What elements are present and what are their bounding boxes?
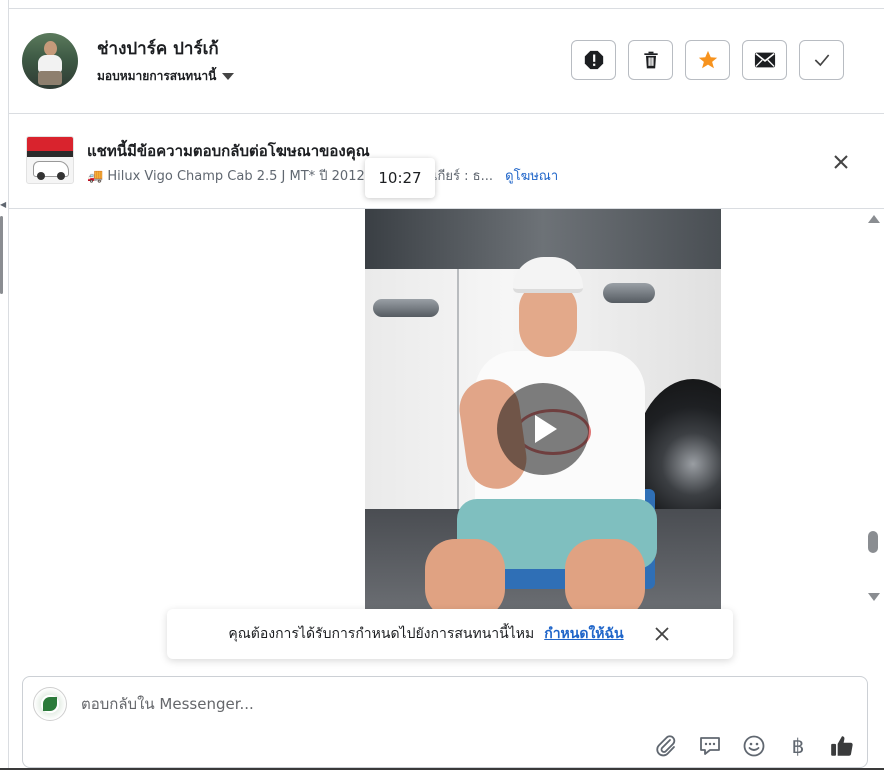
conversation-header: ช่างปาร์ค ปาร์เก้ มอบหมายการสนทนานี้ — [9, 9, 884, 114]
video-message[interactable] — [365, 209, 721, 609]
contact-avatar[interactable] — [22, 33, 78, 89]
mark-done-button[interactable] — [799, 40, 844, 80]
alert-octagon-icon — [584, 50, 603, 70]
assign-to-me-link[interactable]: กำหนดให้ฉัน — [544, 623, 623, 645]
close-icon — [654, 627, 669, 641]
dismiss-assign-banner-button[interactable] — [652, 624, 672, 644]
avatar-face — [44, 41, 57, 56]
ad-subtitle-gear-text: เกียร์ : ธ... — [433, 169, 493, 184]
attach-button[interactable] — [653, 733, 679, 759]
ad-context-title: แชทนี้มีข้อความตอบกลับต่อโฆษณาของคุณ — [87, 142, 370, 160]
spam-button[interactable] — [571, 40, 616, 80]
ad-context-bar: แชทนี้มีข้อความตอบกลับต่อโฆษณาของคุณ 🚚 H… — [9, 114, 884, 209]
video-person-leg — [425, 539, 505, 609]
timestamp-tooltip: 10:27 — [365, 158, 435, 198]
video-bg-seam — [457, 269, 459, 509]
star-icon — [698, 50, 717, 69]
saved-replies-button[interactable] — [697, 733, 723, 759]
view-ad-link[interactable]: ดูโฆษณา — [505, 169, 558, 184]
reply-input[interactable] — [79, 691, 683, 717]
panel-resize-handle[interactable] — [0, 216, 3, 294]
emoji-button[interactable] — [741, 733, 767, 759]
envelope-icon — [754, 52, 775, 68]
close-ad-bar-button[interactable] — [829, 150, 853, 174]
assign-to-me-banner: คุณต้องการได้รับการกำหนดไปยังการสนทนานี้… — [167, 609, 733, 659]
thread-scrollbar[interactable] — [865, 209, 884, 609]
thumbs-up-icon — [831, 736, 853, 756]
trash-icon — [643, 51, 658, 69]
composer-toolbar: ฿ — [653, 733, 855, 759]
send-like-button[interactable] — [829, 733, 855, 759]
caret-down-icon — [222, 73, 235, 80]
collapse-caret-icon[interactable]: ◀ — [0, 200, 6, 209]
check-icon — [814, 54, 829, 67]
scroll-down-arrow-icon[interactable] — [868, 593, 880, 601]
thumb-wheel — [57, 172, 65, 180]
saved-reply-icon — [700, 737, 720, 755]
emoji-icon — [743, 735, 765, 757]
delete-button[interactable] — [628, 40, 673, 80]
contact-name[interactable]: ช่างปาร์ค ปาร์เก้ — [97, 35, 219, 62]
video-bg-handle — [373, 299, 439, 317]
ad-context-subtitle: 🚚 Hilux Vigo Champ Cab 2.5 J MT* ปี 2012… — [87, 165, 558, 186]
page-avatar — [33, 687, 67, 721]
close-icon — [834, 155, 848, 169]
video-person-leg — [565, 539, 645, 609]
assign-label: มอบหมายการสนทนานี้ — [97, 69, 217, 83]
thumb-wheel — [37, 172, 45, 180]
paperclip-icon — [656, 735, 676, 757]
thumb-band-dark — [27, 151, 73, 157]
assign-conversation-dropdown[interactable]: มอบหมายการสนทนานี้ — [97, 67, 235, 86]
video-person-face — [519, 283, 577, 357]
left-panel-edge: ◀ — [0, 0, 9, 770]
play-icon — [535, 415, 557, 443]
assign-prompt-text: คุณต้องการได้รับการกำหนดไปยังการสนทนานี้… — [228, 626, 535, 642]
truck-icon: 🚚 — [87, 169, 104, 184]
scrollbar-thumb[interactable] — [868, 531, 878, 553]
avatar-legs — [38, 71, 62, 85]
payment-button[interactable]: ฿ — [785, 733, 811, 759]
ad-thumbnail-image[interactable] — [26, 136, 74, 184]
mark-unread-button[interactable] — [742, 40, 787, 80]
page-logo-icon — [43, 697, 57, 711]
ad-subtitle-text: Hilux Vigo Champ Cab 2.5 J MT* ปี 2012 — [107, 169, 365, 184]
play-button[interactable] — [497, 383, 589, 475]
thumb-band — [27, 137, 73, 151]
baht-payment-icon: ฿ — [791, 734, 805, 758]
video-bg-handle — [603, 283, 655, 303]
message-composer: ฿ — [22, 676, 868, 768]
star-button[interactable] — [685, 40, 730, 80]
message-thread[interactable] — [9, 209, 865, 609]
scroll-up-arrow-icon[interactable] — [868, 215, 880, 223]
